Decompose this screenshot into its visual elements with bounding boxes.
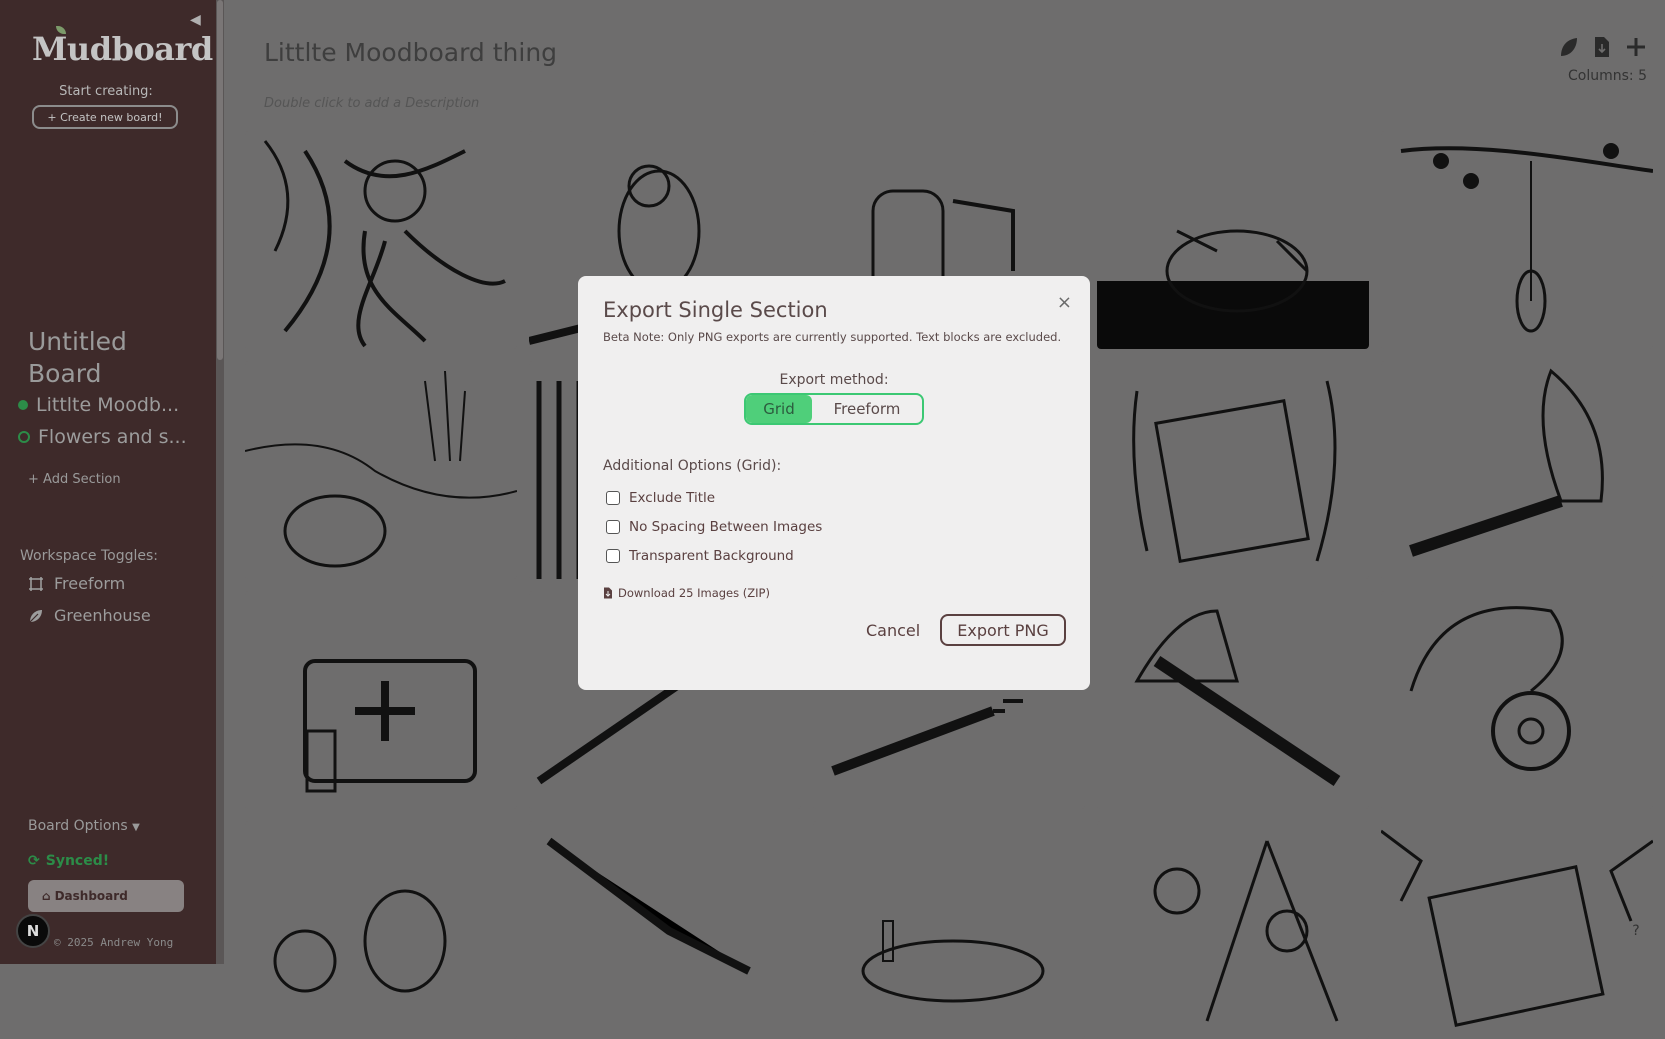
- axe-image: [1134, 609, 1341, 786]
- image-tile[interactable]: [1381, 361, 1653, 579]
- copyright-text: © 2025 Andrew Yong: [54, 936, 174, 949]
- help-icon[interactable]: ?: [1625, 920, 1647, 942]
- start-creating-label: Start creating:: [59, 84, 153, 99]
- download-zip-link[interactable]: Download 25 Images (ZIP): [603, 586, 770, 600]
- cracked-scroll-image: [1381, 829, 1653, 1027]
- dashboard-button[interactable]: ⌂ Dashboard: [28, 880, 184, 912]
- candle-table-image: [861, 920, 1045, 1003]
- exclude-title-option[interactable]: Exclude Title: [606, 490, 715, 506]
- no-spacing-checkbox[interactable]: [606, 520, 620, 534]
- method-freeform-option[interactable]: Freeform: [812, 395, 922, 423]
- image-tile[interactable]: [245, 131, 517, 349]
- hanging-branch-image: [1400, 143, 1653, 333]
- dashboard-label: Dashboard: [54, 889, 128, 903]
- board-section-title[interactable]: Littlte Moodboard thing: [264, 38, 557, 67]
- sync-icon: ⟳: [28, 853, 40, 869]
- active-section-dot-icon: [18, 400, 28, 410]
- modal-title: Export Single Section: [603, 298, 828, 322]
- no-spacing-option[interactable]: No Spacing Between Images: [606, 519, 822, 535]
- board-options-dropdown[interactable]: Board Options ▼: [28, 818, 140, 834]
- file-download-icon: [604, 587, 612, 599]
- transparent-background-checkbox[interactable]: [606, 549, 620, 563]
- image-tile[interactable]: [1097, 361, 1369, 579]
- columns-label[interactable]: Columns: 5: [1568, 68, 1647, 84]
- image-tile[interactable]: [1097, 821, 1369, 1039]
- section-label: Flowers and s...: [38, 426, 187, 448]
- board-options-label: Board Options: [28, 818, 128, 834]
- image-tile[interactable]: [245, 821, 517, 1039]
- exclude-title-label: Exclude Title: [629, 490, 716, 506]
- close-icon[interactable]: ×: [1057, 292, 1072, 313]
- additional-options-label: Additional Options (Grid):: [603, 458, 782, 474]
- section-item[interactable]: Flowers and s...: [18, 426, 188, 448]
- burning-scroll-image: [1132, 380, 1337, 563]
- medical-bag-image: [303, 659, 477, 793]
- section-item[interactable]: Littlte Moodb...: [18, 394, 188, 416]
- image-tile[interactable]: [245, 361, 517, 579]
- image-tile[interactable]: [1097, 591, 1369, 809]
- no-spacing-label: No Spacing Between Images: [629, 519, 823, 535]
- transparent-background-option[interactable]: Transparent Background: [606, 548, 794, 564]
- method-grid-option[interactable]: Grid: [746, 395, 812, 423]
- image-tile[interactable]: [1381, 821, 1653, 1039]
- cancel-button[interactable]: Cancel: [866, 614, 920, 646]
- knife-image: [546, 837, 751, 975]
- image-tile[interactable]: [529, 821, 801, 1039]
- bear-in-tar-image: [1097, 229, 1369, 349]
- greenhouse-toggle-label: Greenhouse: [54, 606, 151, 625]
- export-file-icon[interactable]: [1593, 36, 1611, 58]
- exclude-title-checkbox[interactable]: [606, 491, 620, 505]
- leaf-icon: [29, 609, 42, 622]
- export-png-button[interactable]: Export PNG: [940, 614, 1066, 646]
- export-method-label: Export method:: [779, 372, 889, 388]
- board-title[interactable]: Untitled Board: [28, 326, 178, 390]
- create-board-button[interactable]: + Create new board!: [32, 105, 178, 129]
- greenhouse-toggle[interactable]: Greenhouse: [28, 606, 151, 625]
- section-dot-icon: [18, 431, 30, 443]
- description-placeholder[interactable]: Double click to add a Description: [264, 96, 479, 111]
- caret-down-icon: ▼: [132, 822, 140, 833]
- app-logo[interactable]: Mudboard: [32, 30, 213, 68]
- freeform-toggle-label: Freeform: [54, 574, 126, 593]
- sidebar-scrollbar-thumb[interactable]: [217, 0, 223, 360]
- add-icon[interactable]: [1625, 36, 1647, 58]
- amulet-image: [1409, 606, 1571, 771]
- beta-note: Beta Note: Only PNG exports are currentl…: [603, 330, 1062, 344]
- sync-status-label: Synced!: [45, 853, 110, 869]
- image-tile[interactable]: [1381, 591, 1653, 809]
- n-badge[interactable]: N: [16, 914, 50, 948]
- image-tile[interactable]: [813, 821, 1085, 1039]
- board-toolbar: [1559, 36, 1647, 58]
- eeyore-pond-image: [245, 370, 517, 568]
- add-section-button[interactable]: + Add Section: [28, 472, 121, 487]
- frame-icon: [29, 576, 43, 591]
- workspace-toggles-label: Workspace Toggles:: [20, 548, 158, 564]
- export-method-toggle: Grid Freeform: [744, 393, 924, 425]
- burning-torch-image: [1409, 368, 1604, 557]
- export-modal: Export Single Section × Beta Note: Only …: [578, 276, 1090, 690]
- leaf-icon[interactable]: [1559, 36, 1579, 58]
- sidebar: ◀ Mudboard Start creating: + Create new …: [0, 0, 216, 964]
- image-tile[interactable]: [245, 591, 517, 809]
- freeform-toggle[interactable]: Freeform: [28, 574, 125, 593]
- transparent-background-label: Transparent Background: [629, 548, 794, 564]
- octopus-bear-image: [263, 140, 506, 348]
- home-icon: ⌂: [42, 889, 51, 903]
- image-tile[interactable]: [1097, 131, 1369, 349]
- bears-drawing-image: [1153, 840, 1339, 1022]
- image-tile[interactable]: [1381, 131, 1653, 349]
- collapse-sidebar-icon[interactable]: ◀: [190, 12, 201, 28]
- sync-status: ⟳ Synced!: [28, 853, 109, 869]
- section-label: Littlte Moodb...: [36, 394, 180, 416]
- download-zip-label: Download 25 Images (ZIP): [618, 586, 770, 600]
- honey-jars-image: [273, 889, 447, 993]
